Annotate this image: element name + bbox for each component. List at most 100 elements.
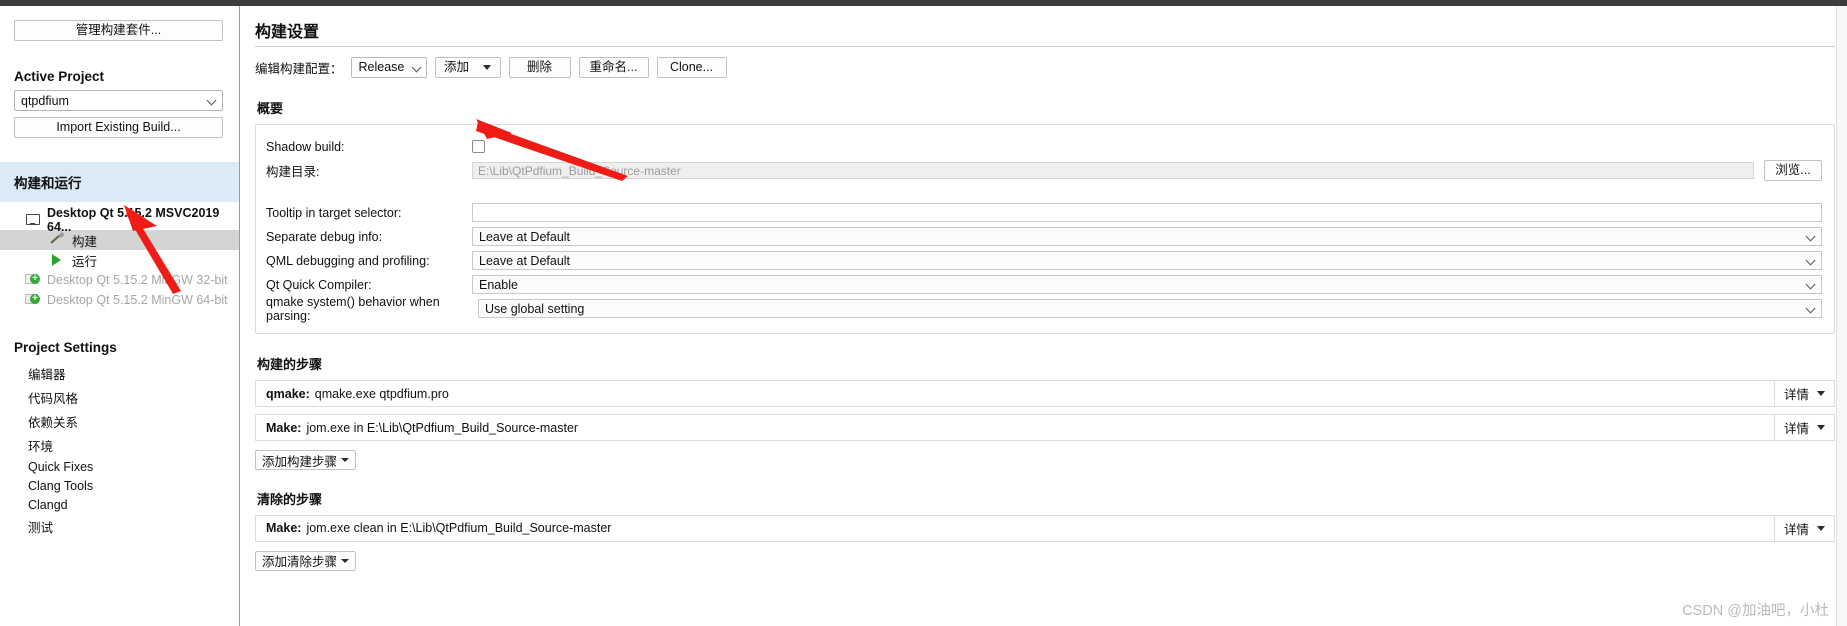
details-label: 详情 <box>1783 388 1809 402</box>
clone-configuration-button[interactable]: Clone... <box>656 56 727 78</box>
sidebar-item-kit-msvc2019-64[interactable]: Desktop Qt 5.15.2 MSVC2019 64... <box>0 206 239 234</box>
play-icon <box>50 253 65 267</box>
build-step-command: jom.exe in E:\Lib\QtPdfium_Build_Source-… <box>306 420 579 435</box>
project-sidebar: 管理构建套件... Active Project qtpdfium Import… <box>0 6 240 626</box>
details-label: 详情 <box>1783 422 1809 436</box>
sidebar-item-kit-mingw-32[interactable]: Desktop Qt 5.15.2 MinGW 32-bit <box>0 270 239 290</box>
build-directory-input[interactable]: E:\Lib\QtPdfium_Build_Source-master <box>472 162 1754 179</box>
qmake-system-behavior-label: qmake system() behavior when parsing: <box>266 294 440 323</box>
monitor-add-icon <box>25 273 40 287</box>
edit-build-configuration-label: 编辑构建配置： <box>255 61 343 76</box>
build-configuration-select[interactable]: Release <box>350 56 427 78</box>
separate-debug-info-label: Separate debug info: <box>266 229 383 244</box>
sidebar-item-kit-mingw-64[interactable]: Desktop Qt 5.15.2 MinGW 64-bit <box>0 290 239 310</box>
clean-step-make: Make: jom.exe clean in E:\Lib\QtPdfium_B… <box>255 514 1835 542</box>
sidebar-item-code-style[interactable]: 代码风格 <box>0 385 239 409</box>
build-step-text: Make: jom.exe in E:\Lib\QtPdfium_Build_S… <box>256 415 1774 440</box>
chevron-down-icon <box>412 62 423 73</box>
clean-step-name: Make: <box>266 521 302 535</box>
sidebar-item-environment[interactable]: 环境 <box>0 433 239 457</box>
chevron-down-icon <box>1806 303 1817 314</box>
chevron-down-icon <box>1806 231 1817 242</box>
hammer-icon <box>50 233 65 247</box>
sidebar-item-dependencies[interactable]: 依赖关系 <box>0 409 239 433</box>
tooltip-label: Tooltip in target selector: <box>266 205 402 220</box>
caret-down-icon <box>341 458 350 462</box>
rename-configuration-button[interactable]: 重命名... <box>578 56 649 78</box>
chevron-down-icon <box>207 95 218 106</box>
qml-debugging-row: QML debugging and profiling: Leave at De… <box>266 249 1822 272</box>
build-step-qmake: qmake: qmake.exe qtpdfium.pro 详情 <box>255 380 1835 407</box>
active-project-value: qtpdfium <box>21 93 69 108</box>
page-title: 构建设置 <box>255 24 320 41</box>
build-step-details-button[interactable]: 详情 <box>1774 415 1834 440</box>
import-existing-build-button[interactable]: Import Existing Build... <box>14 117 223 138</box>
active-project-select[interactable]: qtpdfium <box>14 90 223 111</box>
active-project-heading: Active Project <box>14 69 105 84</box>
sidebar-item-clang-tools[interactable]: Clang Tools <box>0 476 239 495</box>
chevron-down-icon <box>1806 255 1817 266</box>
kit-label: 构建 <box>72 234 98 249</box>
summary-heading: 概要 <box>257 101 284 116</box>
sidebar-item-run[interactable]: 运行 <box>0 250 239 270</box>
summary-groupbox: Shadow build: 构建目录: E:\Lib\QtPdfium_Buil… <box>255 124 1835 334</box>
tooltip-row: Tooltip in target selector: <box>266 201 1822 224</box>
build-and-run-heading: 构建和运行 <box>0 162 239 202</box>
add-clean-step-label: 添加清除步骤 <box>262 555 338 569</box>
kit-label: Desktop Qt 5.15.2 MinGW 32-bit <box>47 273 228 287</box>
sidebar-item-clangd[interactable]: Clangd <box>0 495 239 514</box>
separate-debug-info-value: Leave at Default <box>479 229 571 244</box>
build-step-name: Make: <box>266 420 302 435</box>
vertical-scrollbar[interactable] <box>1836 6 1847 626</box>
qml-debugging-select[interactable]: Leave at Default <box>472 251 1822 270</box>
add-configuration-button[interactable]: 添加 <box>434 56 501 78</box>
sidebar-item-editor[interactable]: 编辑器 <box>0 361 239 385</box>
project-settings-heading: Project Settings <box>14 340 117 355</box>
qt-creator-build-settings-window: 管理构建套件... Active Project qtpdfium Import… <box>0 0 1847 626</box>
caret-down-icon <box>1817 525 1825 531</box>
add-configuration-label: 添加 <box>444 59 470 74</box>
build-steps-heading: 构建的步骤 <box>257 357 323 372</box>
caret-down-icon <box>341 558 350 563</box>
build-directory-row: 构建目录: E:\Lib\QtPdfium_Build_Source-maste… <box>266 159 1822 182</box>
build-step-name: qmake: <box>266 386 310 401</box>
add-clean-step-button[interactable]: 添加清除步骤 <box>255 550 357 571</box>
details-label: 详情 <box>1783 522 1809 537</box>
separate-debug-info-row: Separate debug info: Leave at Default <box>266 225 1822 248</box>
title-divider <box>255 46 1835 47</box>
build-directory-label: 构建目录: <box>266 165 320 179</box>
qmake-system-behavior-value: Use global setting <box>485 301 585 316</box>
build-step-details-button[interactable]: 详情 <box>1774 381 1834 406</box>
qt-quick-compiler-row: Qt Quick Compiler: Enable <box>266 273 1822 296</box>
manage-kits-button[interactable]: 管理构建套件... <box>14 20 223 41</box>
qml-debugging-value: Leave at Default <box>479 253 571 268</box>
build-step-make: Make: jom.exe in E:\Lib\QtPdfium_Build_S… <box>255 414 1835 441</box>
shadow-build-checkbox[interactable] <box>472 140 485 153</box>
clean-step-command: jom.exe clean in E:\Lib\QtPdfium_Build_S… <box>306 521 612 535</box>
remove-configuration-button[interactable]: 删除 <box>508 56 571 78</box>
shadow-build-label: Shadow build: <box>266 139 345 154</box>
qt-quick-compiler-select[interactable]: Enable <box>472 275 1822 294</box>
project-settings-list: 编辑器 代码风格 依赖关系 环境 Quick Fixes Clang Tools… <box>0 361 239 538</box>
add-build-step-label: 添加构建步骤 <box>262 454 338 469</box>
browse-button[interactable]: 浏览... <box>1764 160 1822 181</box>
tooltip-input[interactable] <box>472 203 1822 222</box>
add-build-step-button[interactable]: 添加构建步骤 <box>255 450 357 470</box>
qml-debugging-label: QML debugging and profiling: <box>266 253 430 268</box>
build-configuration-value: Release <box>358 60 405 74</box>
caret-down-icon <box>1817 425 1825 430</box>
clean-step-details-button[interactable]: 详情 <box>1774 515 1834 541</box>
build-step-text: qmake: qmake.exe qtpdfium.pro <box>256 381 1774 406</box>
kit-label: Desktop Qt 5.15.2 MinGW 64-bit <box>47 293 228 307</box>
separate-debug-info-select[interactable]: Leave at Default <box>472 227 1822 246</box>
sidebar-item-quick-fixes[interactable]: Quick Fixes <box>0 457 239 476</box>
qmake-system-behavior-select[interactable]: Use global setting <box>478 299 1822 318</box>
qt-quick-compiler-value: Enable <box>479 277 518 292</box>
build-step-command: qmake.exe qtpdfium.pro <box>314 386 449 401</box>
csdn-watermark: CSDN @加油吧，小杜 <box>1682 603 1829 619</box>
edit-build-configuration-bar: 编辑构建配置： Release 添加 删除 重命名... Clone... <box>255 56 1841 78</box>
monitor-add-icon <box>25 293 40 307</box>
monitor-icon <box>25 213 40 227</box>
caret-down-icon <box>1817 391 1825 396</box>
sidebar-item-tests[interactable]: 测试 <box>0 514 239 538</box>
